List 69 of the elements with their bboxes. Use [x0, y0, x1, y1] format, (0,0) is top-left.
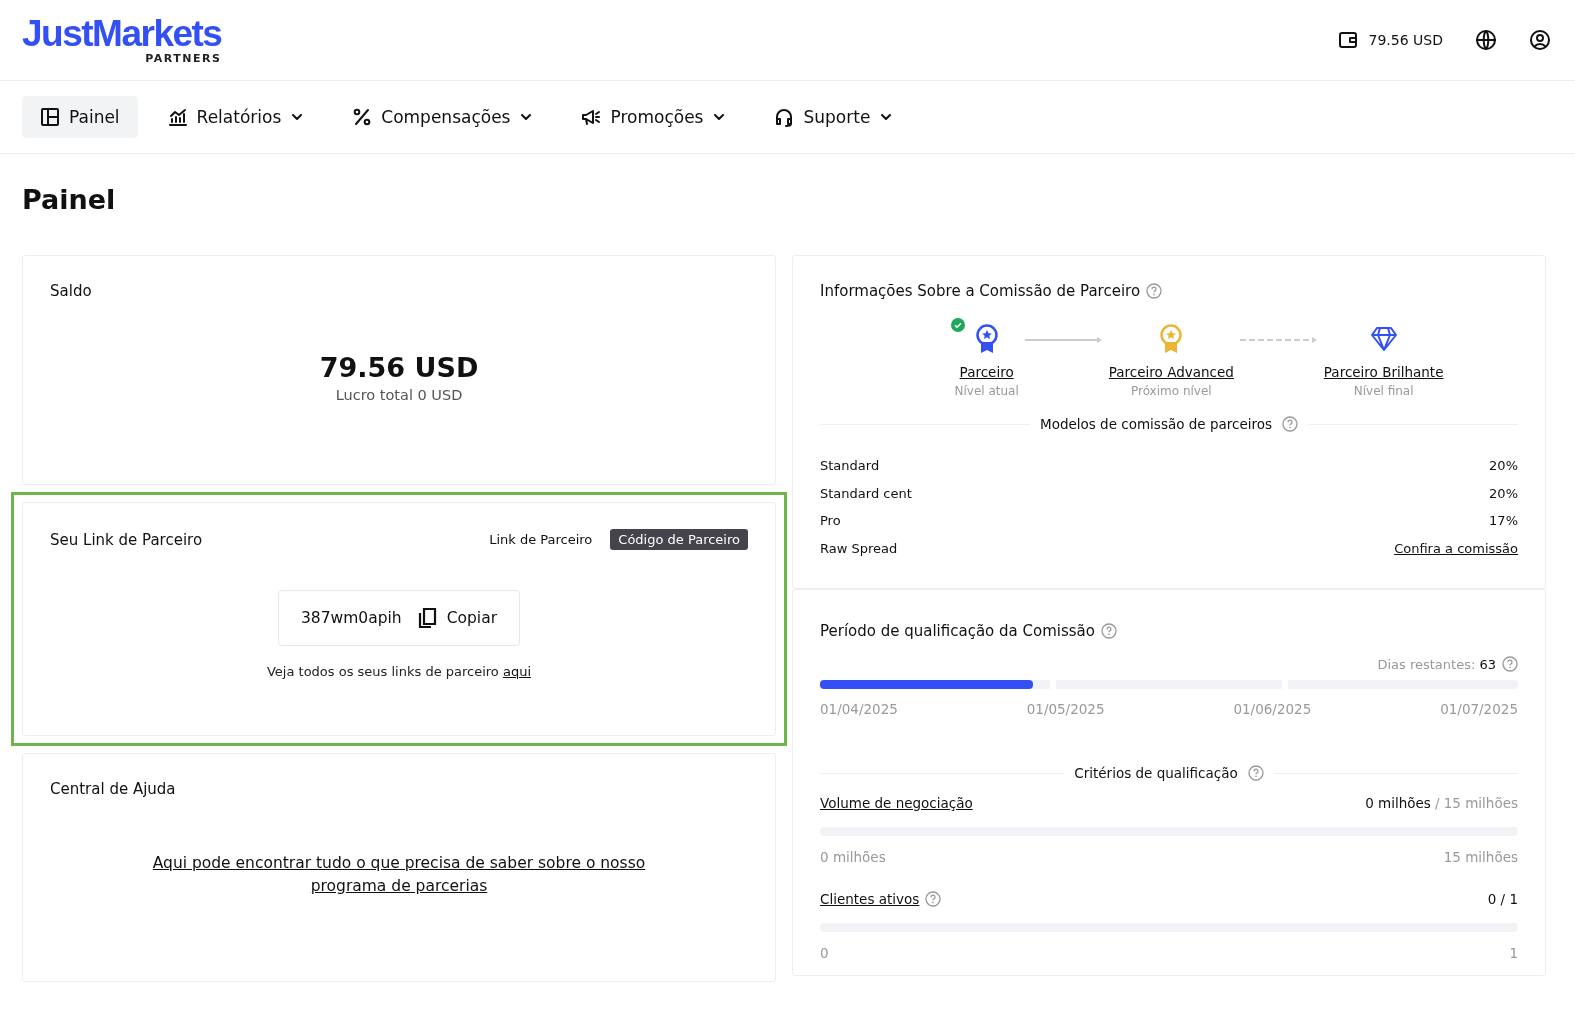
card-title: Período de qualificação da Comissão	[820, 622, 1095, 640]
arrow-icon	[1024, 336, 1103, 344]
here-link[interactable]: aqui	[502, 664, 532, 679]
help-icon[interactable]	[1247, 765, 1264, 781]
range-max: 15 milhões	[1443, 849, 1518, 865]
nav-tab[interactable]: Suporte	[756, 96, 912, 138]
model-rate: 20%	[1489, 485, 1518, 501]
date-label: 01/06/2025	[1233, 701, 1312, 717]
model-name: Raw Spread	[820, 540, 898, 556]
balance-value: 79.56 USD	[319, 352, 479, 383]
date-label: 01/04/2025	[820, 701, 898, 717]
criterion-link[interactable]: Volume de negociação	[820, 795, 973, 811]
toggle-tab[interactable]: Link de Parceiro	[481, 529, 601, 550]
wallet-icon	[1337, 30, 1358, 50]
globe-icon[interactable]	[1475, 29, 1497, 51]
percent-icon	[352, 107, 373, 127]
model-name: Standard cent	[820, 485, 912, 501]
level-caption: Próximo nível	[1130, 384, 1212, 398]
range-min: 0	[820, 945, 829, 961]
chart-icon	[167, 107, 188, 127]
level-link[interactable]: Parceiro Advanced	[1108, 364, 1234, 380]
date-label: 01/05/2025	[1026, 701, 1105, 717]
logo-text: JustMarkets	[22, 15, 222, 52]
logo-subtitle: PARTNERS	[145, 51, 222, 65]
help-icon[interactable]	[1282, 416, 1299, 432]
commission-link[interactable]: Confira a comissão	[1394, 540, 1518, 556]
range-max: 1	[1509, 945, 1518, 961]
user-icon[interactable]	[1529, 29, 1551, 51]
card-title: Central de Ajuda	[50, 780, 177, 798]
nav-tab[interactable]: Compensações	[334, 96, 552, 138]
current-value: 0 milhões	[1365, 795, 1431, 811]
megaphone-icon	[581, 107, 602, 127]
target-value: / 15 milhões	[1434, 795, 1518, 811]
total-profit-text: Lucro total 0 USD	[335, 387, 463, 403]
model-name: Standard	[820, 458, 880, 474]
section-heading: Modelos de comissão de parceiros	[1040, 416, 1273, 432]
nav-tab[interactable]: Painel	[22, 96, 138, 138]
copy-button[interactable]: Copiar	[415, 607, 497, 629]
help-icon[interactable]	[1502, 656, 1518, 672]
card-title: Informações Sobre a Comissão de Parceiro	[820, 282, 1141, 300]
level-link[interactable]: Parceiro Brilhante	[1323, 364, 1444, 380]
dashboard-icon	[40, 107, 60, 127]
section-heading: Critérios de qualificação	[1074, 765, 1238, 781]
criterion-link[interactable]: Clientes ativos	[820, 891, 920, 907]
card-title: Saldo	[50, 282, 93, 300]
level-link[interactable]: Parceiro	[959, 364, 1014, 380]
headset-icon	[774, 107, 795, 127]
days-remaining: Dias restantes: 63	[1377, 656, 1496, 672]
level-caption: Nível final	[1353, 384, 1414, 398]
dashed-arrow-icon	[1239, 336, 1318, 344]
balance-amount: 79.56 USD	[1368, 32, 1443, 48]
model-rate: 17%	[1489, 513, 1518, 529]
range-min: 0 milhões	[820, 849, 886, 865]
nav-tab[interactable]: Promoções	[563, 96, 745, 138]
toggle-tab[interactable]: Código de Parceiro	[610, 529, 748, 550]
date-label: 01/07/2025	[1440, 701, 1518, 717]
level-caption: Nível atual	[954, 384, 1019, 398]
help-icon[interactable]	[1101, 623, 1117, 639]
help-icon[interactable]	[1146, 283, 1163, 299]
page-title: Painel	[22, 184, 117, 215]
help-center-link[interactable]: Aqui pode encontrar tudo o que precisa de saber sobre o nosso programa de parcerias	[139, 852, 659, 898]
help-icon[interactable]	[925, 891, 942, 907]
links-note: Veja todos os seus links de parceiro aqui	[265, 664, 533, 679]
current-value: 0 / 1	[1487, 891, 1518, 907]
model-name: Pro	[820, 513, 841, 529]
model-rate: 20%	[1489, 458, 1518, 474]
partner-code: 387wm0apih	[301, 609, 402, 627]
card-title: Seu Link de Parceiro	[50, 530, 203, 549]
nav-tab[interactable]: Relatórios	[149, 96, 323, 138]
